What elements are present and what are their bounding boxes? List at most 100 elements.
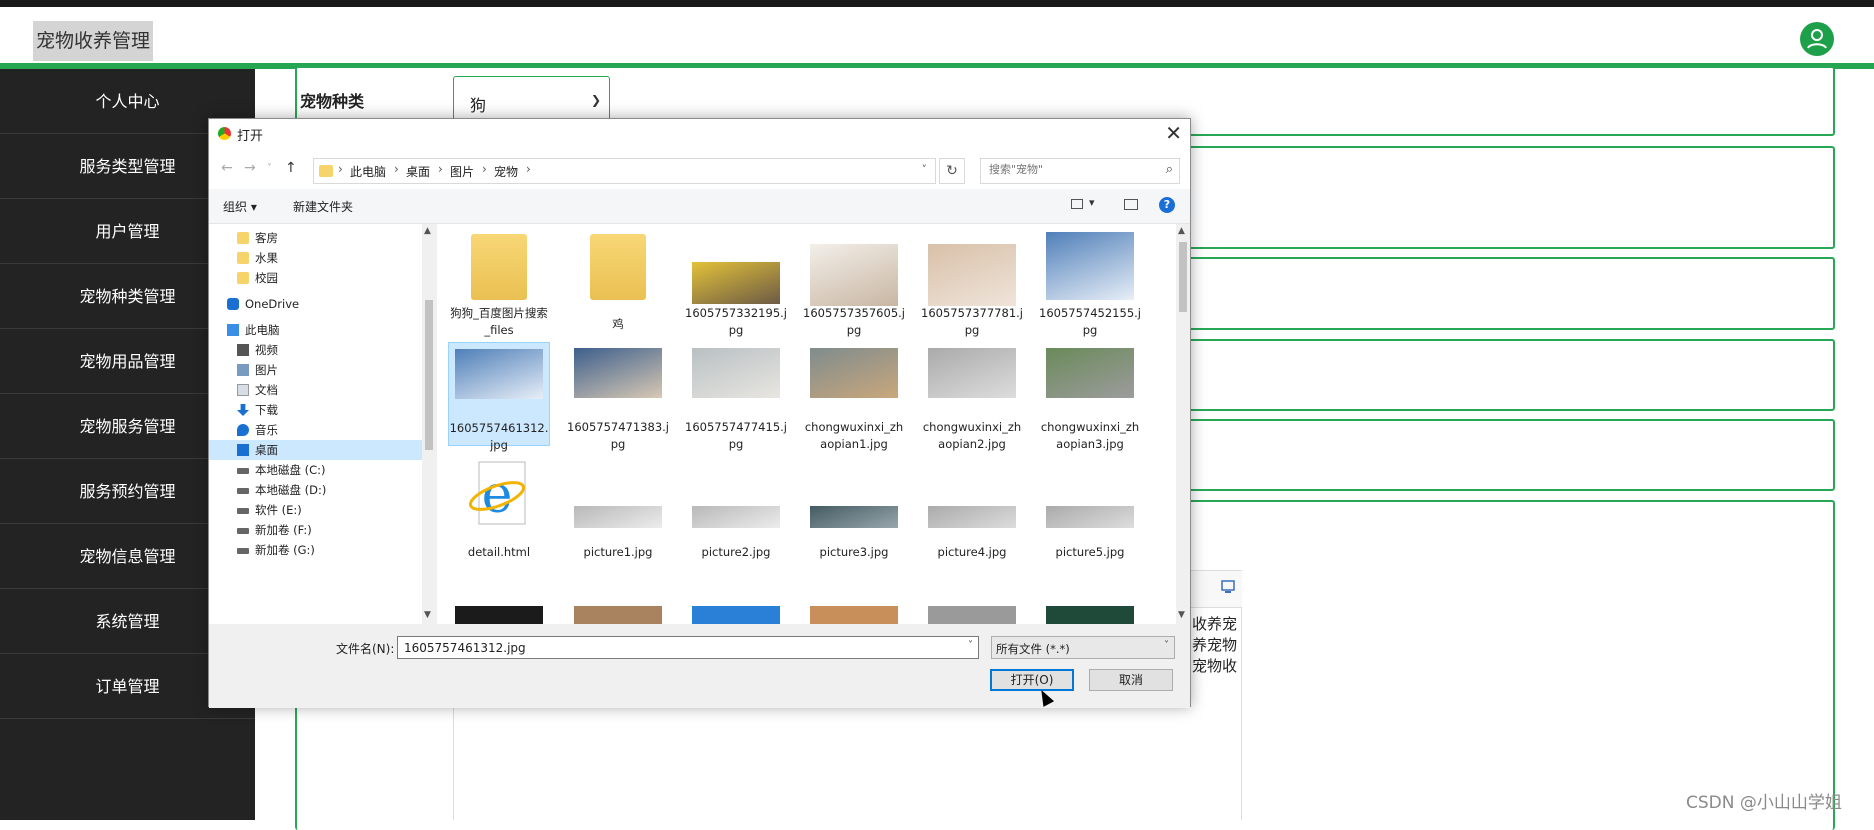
nav-item-label: 客房 xyxy=(255,231,278,245)
help-icon[interactable]: ? xyxy=(1159,197,1175,213)
file-item[interactable]: chongwuxinxi_zhaopian1.jpg xyxy=(803,342,905,451)
image-thumbnail[interactable] xyxy=(810,606,898,624)
image-thumbnail[interactable] xyxy=(928,606,1016,624)
file-item[interactable]: picture2.jpg xyxy=(685,456,787,560)
filename-input[interactable] xyxy=(402,640,946,656)
file-name: picture5.jpg xyxy=(1055,545,1125,559)
nav-item-label: 本地磁盘 (C:) xyxy=(255,463,326,477)
file-scrollbar[interactable]: ▲ ▼ xyxy=(1176,224,1190,624)
nav-item[interactable]: 软件 (E:) xyxy=(209,500,422,520)
search-box[interactable]: ⌕ xyxy=(980,158,1180,184)
file-name: detail.html xyxy=(467,545,531,559)
image-thumbnail[interactable] xyxy=(1046,606,1134,624)
cancel-button[interactable]: 取消 xyxy=(1089,669,1173,691)
nav-item-label: 校园 xyxy=(255,271,278,285)
up-arrow-icon[interactable]: ↑ xyxy=(285,160,297,176)
filename-field[interactable]: ˅ xyxy=(397,636,979,659)
organize-menu[interactable]: 组织 ▾ xyxy=(223,198,257,215)
nav-item[interactable]: 下载 xyxy=(209,400,422,420)
nav-item[interactable]: 本地磁盘 (C:) xyxy=(209,460,422,480)
file-item[interactable]: 1605757461312.jpg xyxy=(448,342,550,452)
view-icon[interactable] xyxy=(1071,199,1083,209)
scroll-down-icon[interactable]: ▼ xyxy=(424,610,431,620)
svg-text:e: e xyxy=(482,465,513,525)
image-thumbnail[interactable] xyxy=(692,606,780,624)
refresh-icon[interactable]: ↻ xyxy=(939,158,965,184)
chrome-icon xyxy=(218,127,231,140)
disk-icon xyxy=(237,488,249,494)
scroll-up-icon[interactable]: ▲ xyxy=(1178,226,1185,236)
nav-item[interactable]: 图片 xyxy=(209,360,422,380)
recent-dropdown-icon[interactable]: ˅ xyxy=(267,163,272,174)
nav-item-label: 音乐 xyxy=(255,423,278,437)
filetype-select[interactable]: 所有文件 (*.*) ˅ xyxy=(991,636,1175,659)
breadcrumb-desktop[interactable]: 桌面 xyxy=(406,163,430,180)
chevron-down-icon[interactable]: ˅ xyxy=(922,163,928,176)
file-item[interactable]: 1605757477415.jpg xyxy=(685,342,787,451)
file-item[interactable]: 1605757332195.jpg xyxy=(685,228,787,337)
file-item[interactable]: picture4.jpg xyxy=(921,456,1023,560)
nav-item[interactable]: 本地磁盘 (D:) xyxy=(209,480,422,500)
file-item[interactable]: 1605757471383.jpg xyxy=(567,342,669,451)
new-folder-button[interactable]: 新建文件夹 xyxy=(293,198,353,215)
navigation-pane[interactable]: 客房水果校园 OneDrive 此电脑 视频 图片 文档 下载音乐桌面本地磁盘 (C:) 本地… xyxy=(209,224,424,624)
close-icon[interactable]: ✕ xyxy=(1165,121,1182,145)
file-item[interactable]: picture5.jpg xyxy=(1039,456,1141,560)
dialog-nav-row: ← → ˅ ↑ › 此电脑 › 桌面 › 图片 › 宠物 › ˅ ↻ ⌕ xyxy=(209,149,1190,189)
chevron-down-icon[interactable]: ˅ xyxy=(968,640,973,651)
open-button[interactable]: 打开(O) xyxy=(990,669,1074,691)
file-item[interactable]: picture3.jpg xyxy=(803,456,905,560)
image-thumbnail[interactable] xyxy=(455,606,543,624)
address-bar[interactable]: › 此电脑 › 桌面 › 图片 › 宠物 › ˅ xyxy=(313,158,936,184)
nav-item[interactable]: 新加卷 (F:) xyxy=(209,520,422,540)
disk-icon xyxy=(237,528,249,534)
nav-item[interactable]: 新加卷 (G:) xyxy=(209,540,422,560)
dialog-title: 打开 xyxy=(237,129,264,144)
file-name: picture2.jpg xyxy=(701,545,771,559)
nav-item[interactable]: 音乐 xyxy=(209,420,422,440)
file-list[interactable]: 狗狗_百度图片搜索_files 鸡 1605757332195.jpg 1605757… xyxy=(437,224,1177,624)
file-item[interactable]: picture1.jpg xyxy=(567,456,669,560)
chevron-down-icon[interactable]: ▾ xyxy=(1089,196,1095,209)
image-thumbnail xyxy=(455,349,543,399)
file-item[interactable]: e detail.html xyxy=(448,456,550,560)
nav-item[interactable]: 此电脑 xyxy=(209,320,422,340)
nav-item[interactable]: 水果 xyxy=(209,248,422,268)
scroll-thumb[interactable] xyxy=(425,300,433,450)
file-item[interactable]: 1605757357605.jpg xyxy=(803,228,905,337)
watermark: CSDN @小山山学姐 xyxy=(1686,793,1842,813)
file-item[interactable]: 鸡 xyxy=(567,228,669,332)
app-header: 宠物收养管理 xyxy=(0,7,1874,63)
file-item[interactable]: chongwuxinxi_zhaopian2.jpg xyxy=(921,342,1023,451)
back-arrow-icon[interactable]: ← xyxy=(221,160,233,176)
scroll-up-icon[interactable]: ▲ xyxy=(424,226,431,236)
breadcrumb-pets[interactable]: 宠物 xyxy=(494,163,518,180)
file-open-dialog: 打开 ✕ ← → ˅ ↑ › 此电脑 › 桌面 › 图片 › 宠物 › ˅ ↻ … xyxy=(208,118,1191,708)
file-item[interactable]: 狗狗_百度图片搜索_files xyxy=(448,228,550,337)
nav-item[interactable]: OneDrive xyxy=(209,294,422,314)
user-avatar-icon[interactable] xyxy=(1800,22,1834,56)
nav-item[interactable]: 校园 xyxy=(209,268,422,288)
chevron-down-icon: ❯ xyxy=(590,93,601,107)
file-item[interactable]: 1605757377781.jpg xyxy=(921,228,1023,337)
scroll-thumb[interactable] xyxy=(1179,242,1187,312)
nav-item-label: 本地磁盘 (D:) xyxy=(255,483,327,497)
nav-item[interactable]: 视频 xyxy=(209,340,422,360)
image-thumbnail[interactable] xyxy=(574,606,662,624)
forward-arrow-icon[interactable]: → xyxy=(244,160,256,176)
nav-item[interactable]: 客房 xyxy=(209,228,422,248)
scroll-down-icon[interactable]: ▼ xyxy=(1178,610,1185,620)
folder-icon xyxy=(471,234,527,300)
breadcrumb-pictures[interactable]: 图片 xyxy=(450,163,474,180)
file-item[interactable]: 1605757452155.jpg xyxy=(1039,228,1141,337)
file-item[interactable]: chongwuxinxi_zhaopian3.jpg xyxy=(1039,342,1141,451)
nav-item[interactable]: 文档 xyxy=(209,380,422,400)
search-input[interactable] xyxy=(987,162,1151,177)
nav-scrollbar[interactable]: ▲ ▼ xyxy=(422,224,436,624)
file-name: 1605757377781.jpg xyxy=(921,306,1023,337)
breadcrumb-pc[interactable]: 此电脑 xyxy=(350,163,386,180)
preview-pane-icon[interactable] xyxy=(1124,199,1138,210)
folder-icon xyxy=(237,252,249,264)
nav-item[interactable]: 桌面 xyxy=(209,440,422,460)
breadcrumb-sep: › xyxy=(482,162,487,176)
